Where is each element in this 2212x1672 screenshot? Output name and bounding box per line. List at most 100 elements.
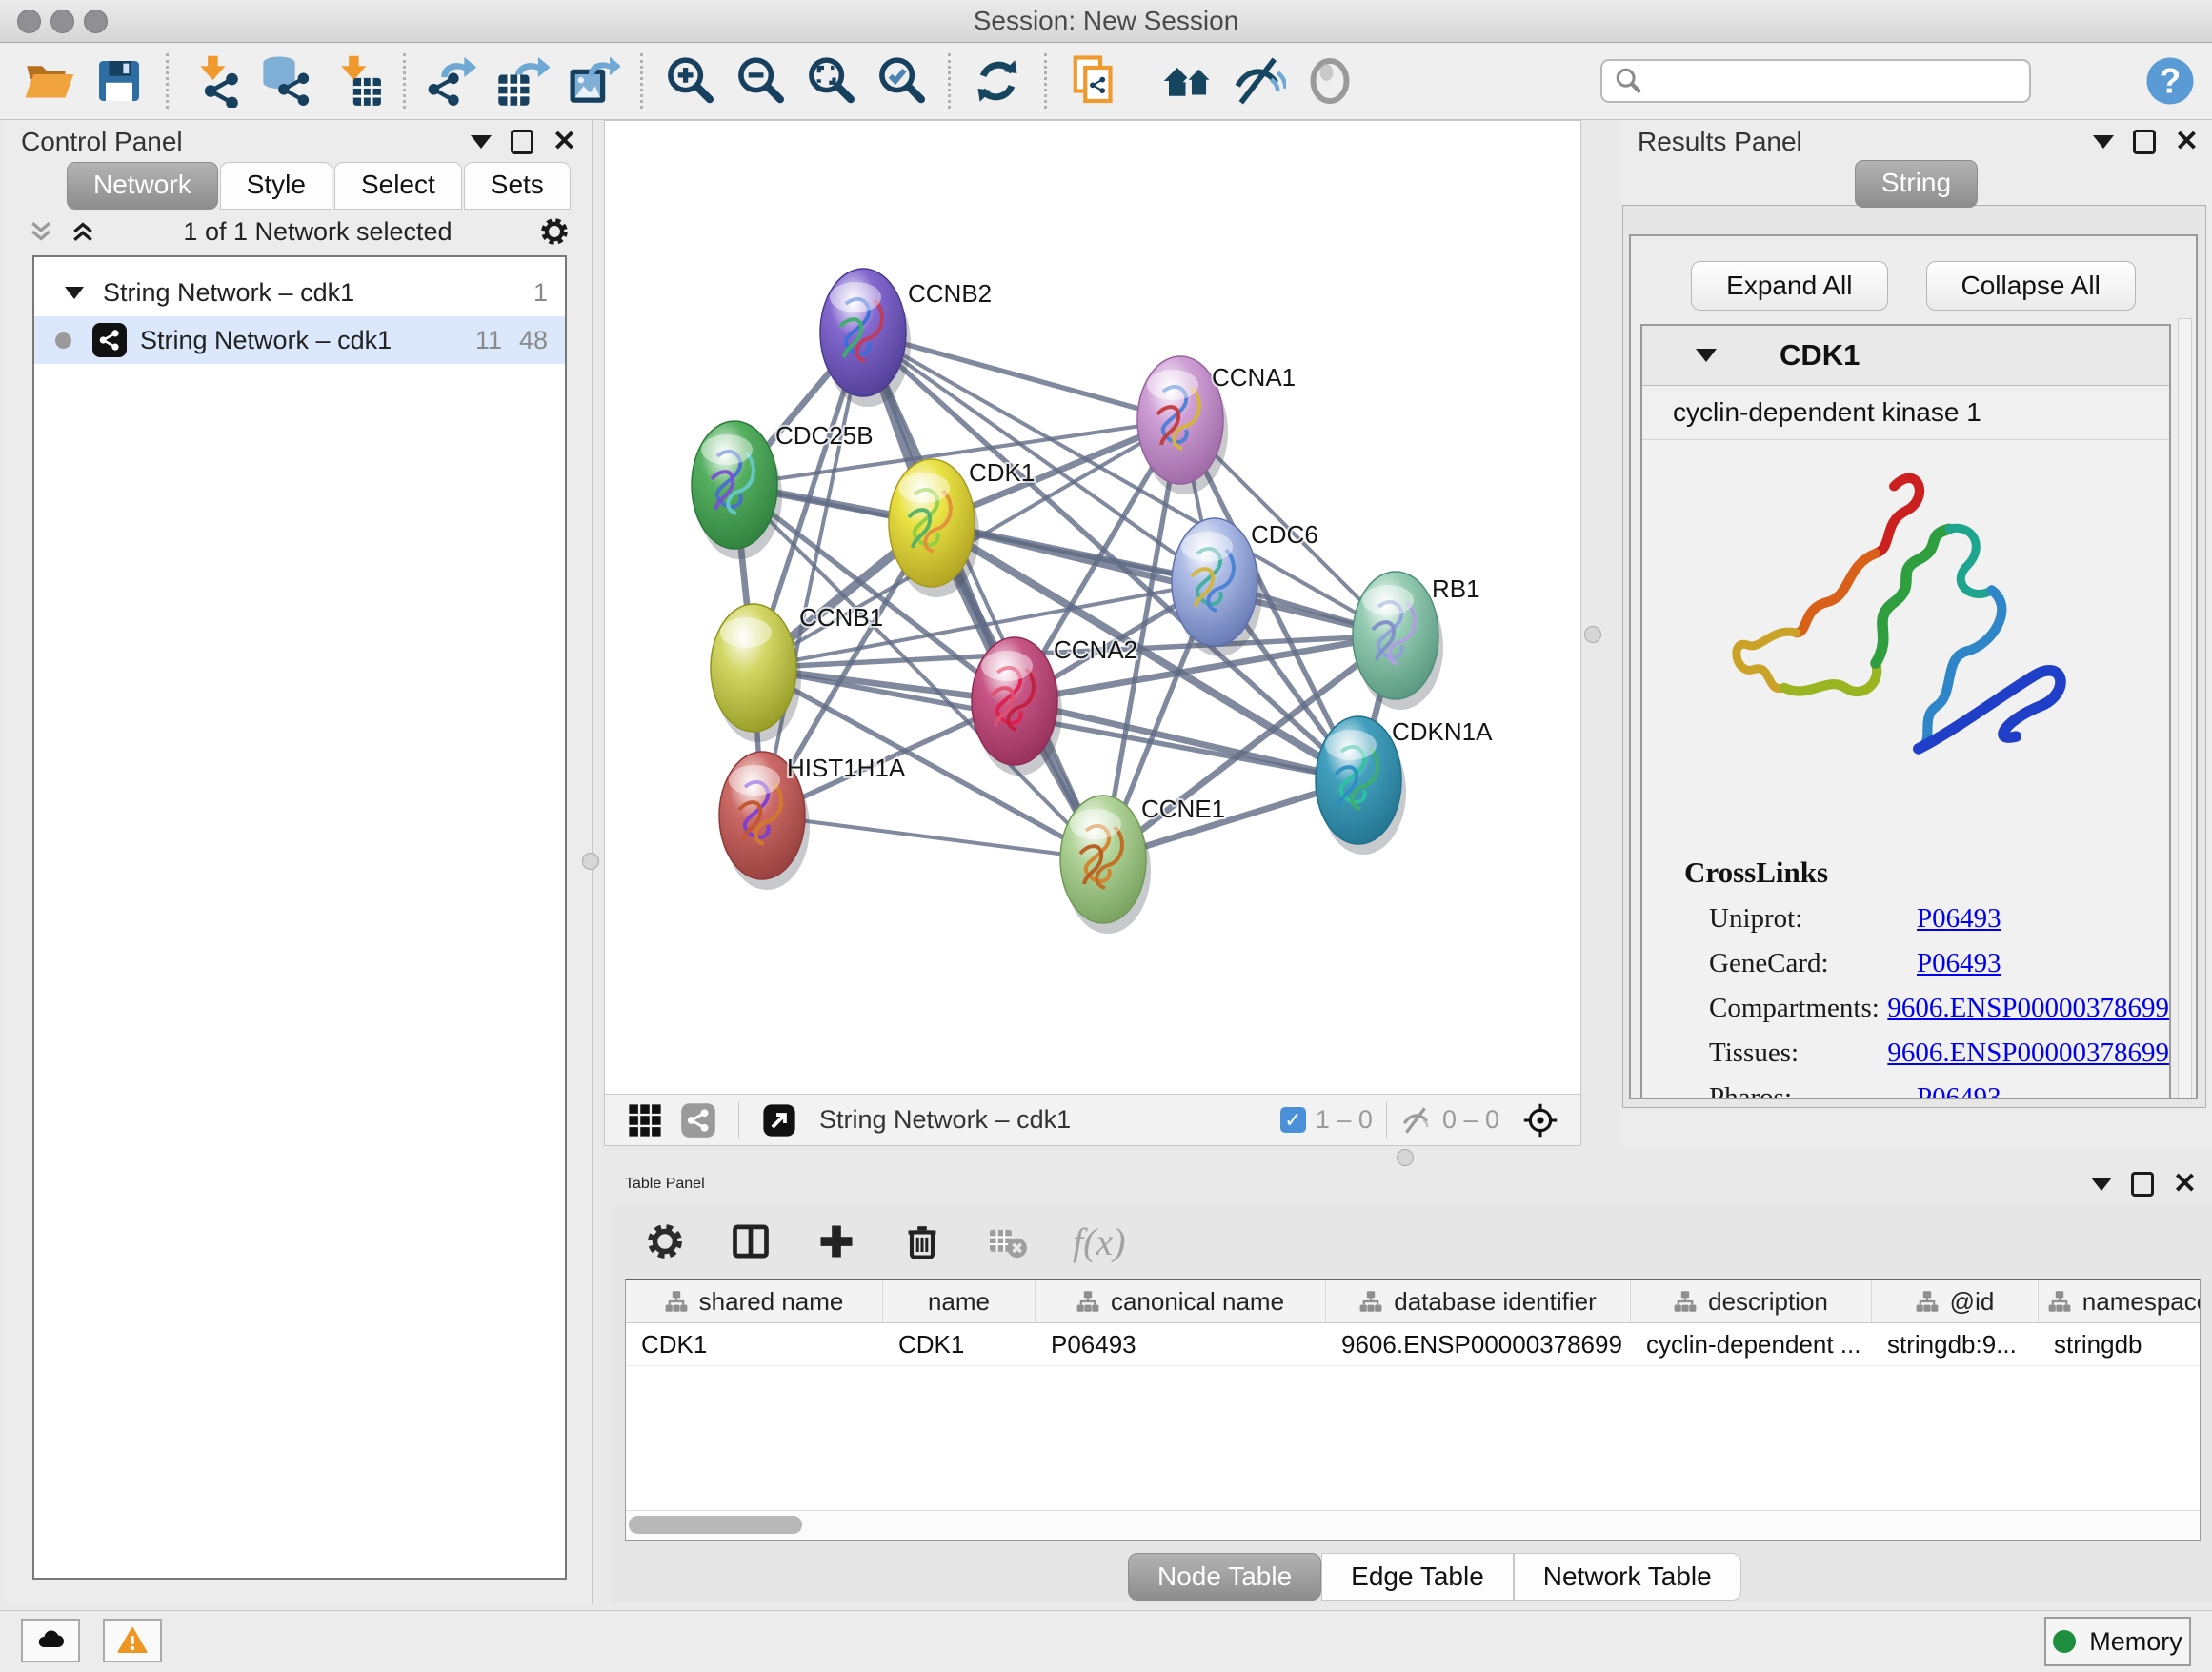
- export-table-button[interactable]: [493, 51, 553, 111]
- first-neighbors-button[interactable]: [1159, 51, 1218, 111]
- network-row-selected[interactable]: String Network – cdk1 11 48: [34, 316, 565, 364]
- delete-column-icon[interactable]: [901, 1220, 943, 1262]
- cell-name[interactable]: CDK1: [883, 1323, 1036, 1365]
- column-header-canonical-name[interactable]: canonical name: [1036, 1280, 1326, 1322]
- network-share-view-icon[interactable]: [678, 1100, 718, 1140]
- crosslink-tissues[interactable]: 9606.ENSP00000378699: [1887, 1037, 2169, 1069]
- network-canvas[interactable]: CCNB2CCNA1CDC25BCDK1CDC6RB1CCNB1CCNA2CDK…: [605, 123, 1580, 1093]
- tab-network-table[interactable]: Network Table: [1514, 1553, 1741, 1601]
- open-session-button[interactable]: [19, 51, 78, 111]
- crosslink-compartments[interactable]: 9606.ENSP00000378699: [1887, 993, 2169, 1024]
- zoom-selected-button[interactable]: [872, 51, 931, 111]
- collection-expander-icon[interactable]: [65, 287, 84, 299]
- table-horizontal-scrollbar[interactable]: [626, 1510, 2200, 1540]
- cell-namespace[interactable]: stringdb: [2039, 1323, 2201, 1365]
- protein-structure-image: [1642, 440, 2169, 850]
- tab-node-table[interactable]: Node Table: [1128, 1553, 1321, 1601]
- maximize-panel-icon[interactable]: [511, 130, 533, 154]
- cell-shared-name[interactable]: CDK1: [626, 1323, 883, 1365]
- zoom-in-button[interactable]: [660, 51, 719, 111]
- results-scrollbar[interactable]: [2178, 318, 2192, 1099]
- show-all-button[interactable]: [1300, 51, 1359, 111]
- show-columns-icon[interactable]: [730, 1220, 772, 1262]
- column-header-id[interactable]: @id: [1872, 1280, 2039, 1322]
- node-label-RB1: RB1: [1432, 574, 1480, 603]
- zoom-fit-button[interactable]: [801, 51, 860, 111]
- right-splitter-handle[interactable]: [1584, 626, 1601, 643]
- hidden-eye-icon: [1400, 1104, 1433, 1137]
- table-options-gear-icon[interactable]: [644, 1220, 686, 1262]
- selected-checkbox-icon[interactable]: ✓: [1280, 1107, 1306, 1133]
- clone-network-button[interactable]: [1064, 51, 1123, 111]
- cloud-status-button[interactable]: [21, 1619, 80, 1662]
- maximize-panel-icon[interactable]: [2133, 130, 2156, 154]
- column-header-name[interactable]: name: [883, 1280, 1036, 1322]
- crosslink-uniprot[interactable]: P06493: [1917, 903, 2001, 935]
- column-header-description[interactable]: description: [1631, 1280, 1872, 1322]
- protein-card-expander-icon[interactable]: [1696, 349, 1717, 362]
- toolbar-separator: [403, 53, 406, 109]
- import-table-button[interactable]: [327, 51, 386, 111]
- toolbar-separator: [640, 53, 643, 109]
- hide-selected-button[interactable]: [1230, 51, 1289, 111]
- tab-style[interactable]: Style: [220, 162, 332, 210]
- collapse-all-icon[interactable]: [27, 217, 55, 246]
- apply-layout-button[interactable]: [968, 51, 1027, 111]
- bottom-splitter-handle[interactable]: [1397, 1149, 1414, 1166]
- help-button[interactable]: ?: [2143, 54, 2197, 108]
- collapse-all-button[interactable]: Collapse All: [1926, 261, 2136, 311]
- node-RB1[interactable]: [1353, 572, 1443, 710]
- results-panel: Results Panel ✕ String Expand All Collap…: [1622, 120, 2212, 1146]
- crosslink-genecard[interactable]: P06493: [1917, 948, 2001, 979]
- node-CCNA2[interactable]: [972, 637, 1062, 776]
- search-input[interactable]: [1652, 66, 2018, 97]
- cell-database-identifier[interactable]: 9606.ENSP00000378699: [1326, 1323, 1631, 1365]
- float-panel-icon[interactable]: [2091, 1178, 2112, 1191]
- close-panel-icon[interactable]: ✕: [2175, 128, 2199, 156]
- column-header-database-identifier[interactable]: database identifier: [1326, 1280, 1631, 1322]
- import-network-button[interactable]: [186, 51, 245, 111]
- node-CCNB2[interactable]: [820, 269, 911, 407]
- column-header-namespace[interactable]: namespace: [2039, 1280, 2201, 1322]
- table-row[interactable]: CDK1 CDK1 P06493 9606.ENSP00000378699 cy…: [626, 1323, 2200, 1366]
- import-network-from-database-button[interactable]: [256, 51, 315, 111]
- expand-all-button[interactable]: Expand All: [1691, 261, 1887, 311]
- tab-sets[interactable]: Sets: [464, 162, 571, 210]
- detach-view-icon[interactable]: [759, 1100, 799, 1140]
- cell-description[interactable]: cyclin-dependent ...: [1631, 1323, 1872, 1365]
- network-options-gear-icon[interactable]: [538, 215, 571, 248]
- cell-id[interactable]: stringdb:9...: [1872, 1323, 2039, 1365]
- zoom-out-button[interactable]: [731, 51, 790, 111]
- scrollbar-thumb[interactable]: [629, 1516, 802, 1534]
- export-network-button[interactable]: [423, 51, 482, 111]
- left-splitter-handle[interactable]: [582, 853, 599, 870]
- maximize-panel-icon[interactable]: [2131, 1172, 2154, 1197]
- column-header-shared-name[interactable]: shared name: [626, 1280, 883, 1322]
- float-panel-icon[interactable]: [2093, 135, 2114, 149]
- crosslink-label: GeneCard:: [1709, 948, 1917, 979]
- tab-network[interactable]: Network: [67, 162, 218, 210]
- export-image-button[interactable]: [564, 51, 623, 111]
- close-panel-icon[interactable]: ✕: [2173, 1170, 2197, 1199]
- tab-string-results[interactable]: String: [1855, 160, 1978, 208]
- node-CCNB1[interactable]: [711, 604, 801, 742]
- float-panel-icon[interactable]: [471, 135, 492, 149]
- add-column-icon[interactable]: [815, 1220, 857, 1262]
- expand-up-icon[interactable]: [69, 217, 97, 246]
- crosslink-pharos[interactable]: P06493: [1917, 1082, 2001, 1099]
- birdseye-view-icon[interactable]: [1520, 1100, 1560, 1140]
- memory-button[interactable]: Memory: [2044, 1617, 2191, 1666]
- grid-view-icon[interactable]: [625, 1100, 665, 1140]
- table-panel: Table Panel ✕ f(x) shared name name cano…: [610, 1164, 2212, 1604]
- cell-canonical-name[interactable]: P06493: [1036, 1323, 1326, 1365]
- node-CCNE1[interactable]: [1060, 796, 1151, 934]
- warning-status-button[interactable]: [103, 1619, 162, 1662]
- edge-CCNE1-HIST1H1A[interactable]: [762, 816, 1103, 859]
- tab-select[interactable]: Select: [334, 162, 462, 210]
- close-panel-icon[interactable]: ✕: [553, 128, 576, 156]
- network-collection-row[interactable]: String Network – cdk1 1: [34, 269, 565, 316]
- toolbar-separator: [738, 1101, 739, 1139]
- tab-edge-table[interactable]: Edge Table: [1321, 1553, 1514, 1601]
- node-CDC6[interactable]: [1172, 518, 1262, 656]
- save-session-button[interactable]: [90, 51, 149, 111]
